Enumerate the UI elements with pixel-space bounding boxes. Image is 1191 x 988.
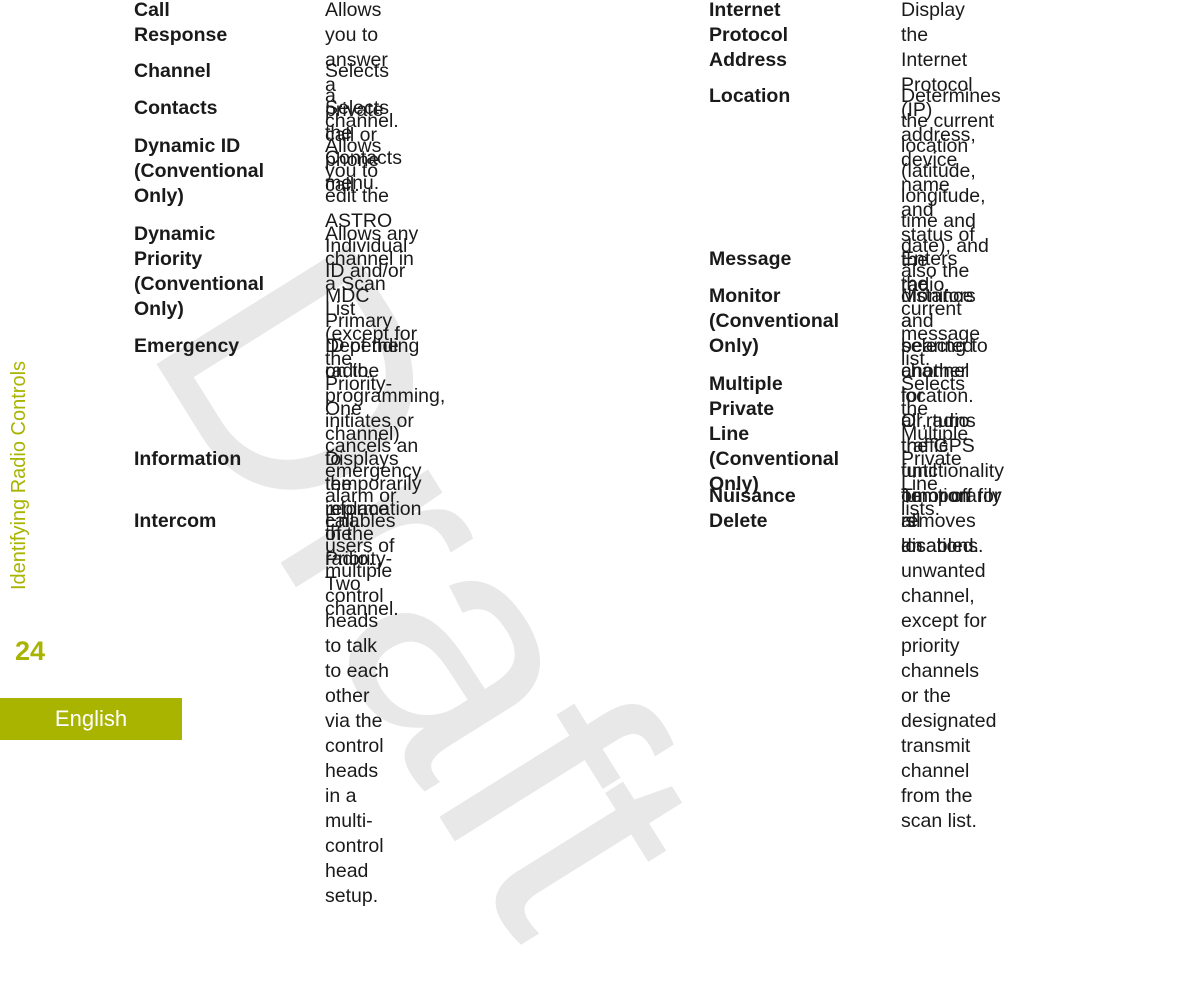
description: Enables users of multiple control heads … — [325, 510, 396, 907]
term: Message — [709, 248, 792, 270]
term: Emergency — [134, 335, 240, 357]
term: Intercom — [134, 510, 217, 532]
term: Nuisance Delete — [709, 485, 796, 532]
term: Dynamic Priority (Conventional Only) — [134, 223, 264, 320]
term: Dynamic ID (Conventional Only) — [134, 135, 264, 207]
language-tab: English — [0, 698, 182, 740]
page-number: 24 — [15, 636, 46, 666]
description: Temporarily removes an unwanted channel,… — [901, 485, 1002, 832]
term: Contacts — [134, 97, 218, 119]
term: Monitor (Conventional Only) — [709, 285, 839, 357]
section-title: Identifying Radio Controls — [8, 360, 30, 590]
term: Location — [709, 85, 791, 107]
term: Multiple Private Line (Conventional Only… — [709, 373, 839, 495]
term: Information — [134, 448, 242, 470]
term: Internet Protocol Address — [709, 0, 789, 71]
term: Channel — [134, 60, 211, 82]
term: Call Response — [134, 0, 228, 46]
